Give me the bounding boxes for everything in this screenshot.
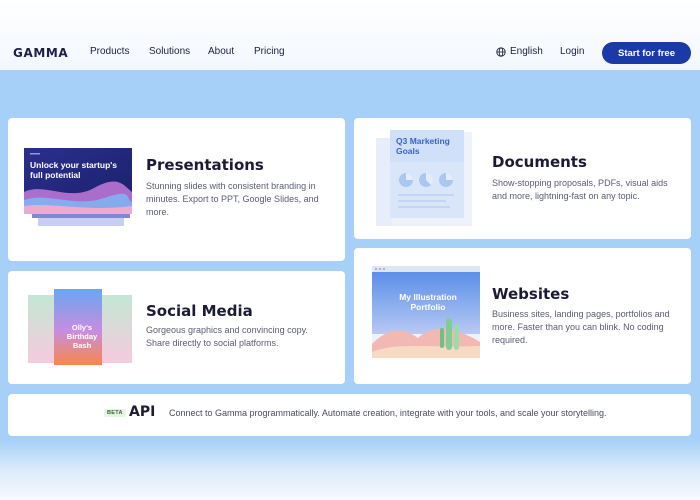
api-title: API bbox=[129, 404, 156, 420]
nav-solutions[interactable]: Solutions bbox=[149, 46, 190, 57]
nav-pricing[interactable]: Pricing bbox=[254, 46, 285, 57]
nav-products[interactable]: Products bbox=[90, 46, 129, 57]
gamma-logo[interactable]: GAMMA bbox=[13, 46, 68, 60]
social-thumb-text: Olly's Birthday Bash bbox=[66, 323, 98, 350]
nav-about[interactable]: About bbox=[208, 46, 234, 57]
presentations-description: Stunning slides with consistent branding… bbox=[146, 181, 319, 217]
websites-card[interactable]: My Illustration Portfolio Websites Busin… bbox=[354, 248, 691, 384]
website-thumb-text: My Illustration Portfolio bbox=[399, 292, 457, 312]
top-navbar: GAMMA Products Solutions About Pricing E… bbox=[0, 0, 700, 70]
globe-icon bbox=[496, 46, 506, 57]
start-for-free-button[interactable]: Start for free bbox=[602, 42, 691, 64]
websites-description: Business sites, landing pages, portfolio… bbox=[492, 309, 670, 345]
presentation-thumb-text: Unlock your startup's full potential bbox=[30, 160, 118, 180]
social-media-description: Gorgeous graphics and convincing copy. S… bbox=[146, 325, 308, 348]
website-thumbnail bbox=[372, 266, 480, 358]
documents-title: Documents bbox=[492, 153, 587, 171]
social-media-card[interactable]: Olly's Birthday Bash Social Media Gorgeo… bbox=[8, 271, 345, 384]
language-label: English bbox=[510, 46, 543, 57]
api-banner[interactable]: BETA API Connect to Gamma programmatical… bbox=[8, 394, 691, 436]
presentations-card[interactable]: Unlock your startup's full potential Pre… bbox=[8, 118, 345, 261]
document-thumb-text: Q3 Marketing Goals bbox=[396, 136, 450, 156]
presentations-title: Presentations bbox=[146, 156, 264, 174]
documents-card[interactable]: Q3 Marketing Goals Documents Show-stoppi… bbox=[354, 118, 691, 239]
api-description: Connect to Gamma programmatically. Autom… bbox=[169, 408, 607, 418]
documents-description: Show-stopping proposals, PDFs, visual ai… bbox=[492, 178, 668, 201]
language-selector[interactable]: English bbox=[496, 46, 543, 57]
social-media-title: Social Media bbox=[146, 302, 253, 320]
websites-title: Websites bbox=[492, 285, 570, 303]
login-link[interactable]: Login bbox=[560, 46, 584, 57]
beta-badge: BETA bbox=[104, 409, 126, 417]
